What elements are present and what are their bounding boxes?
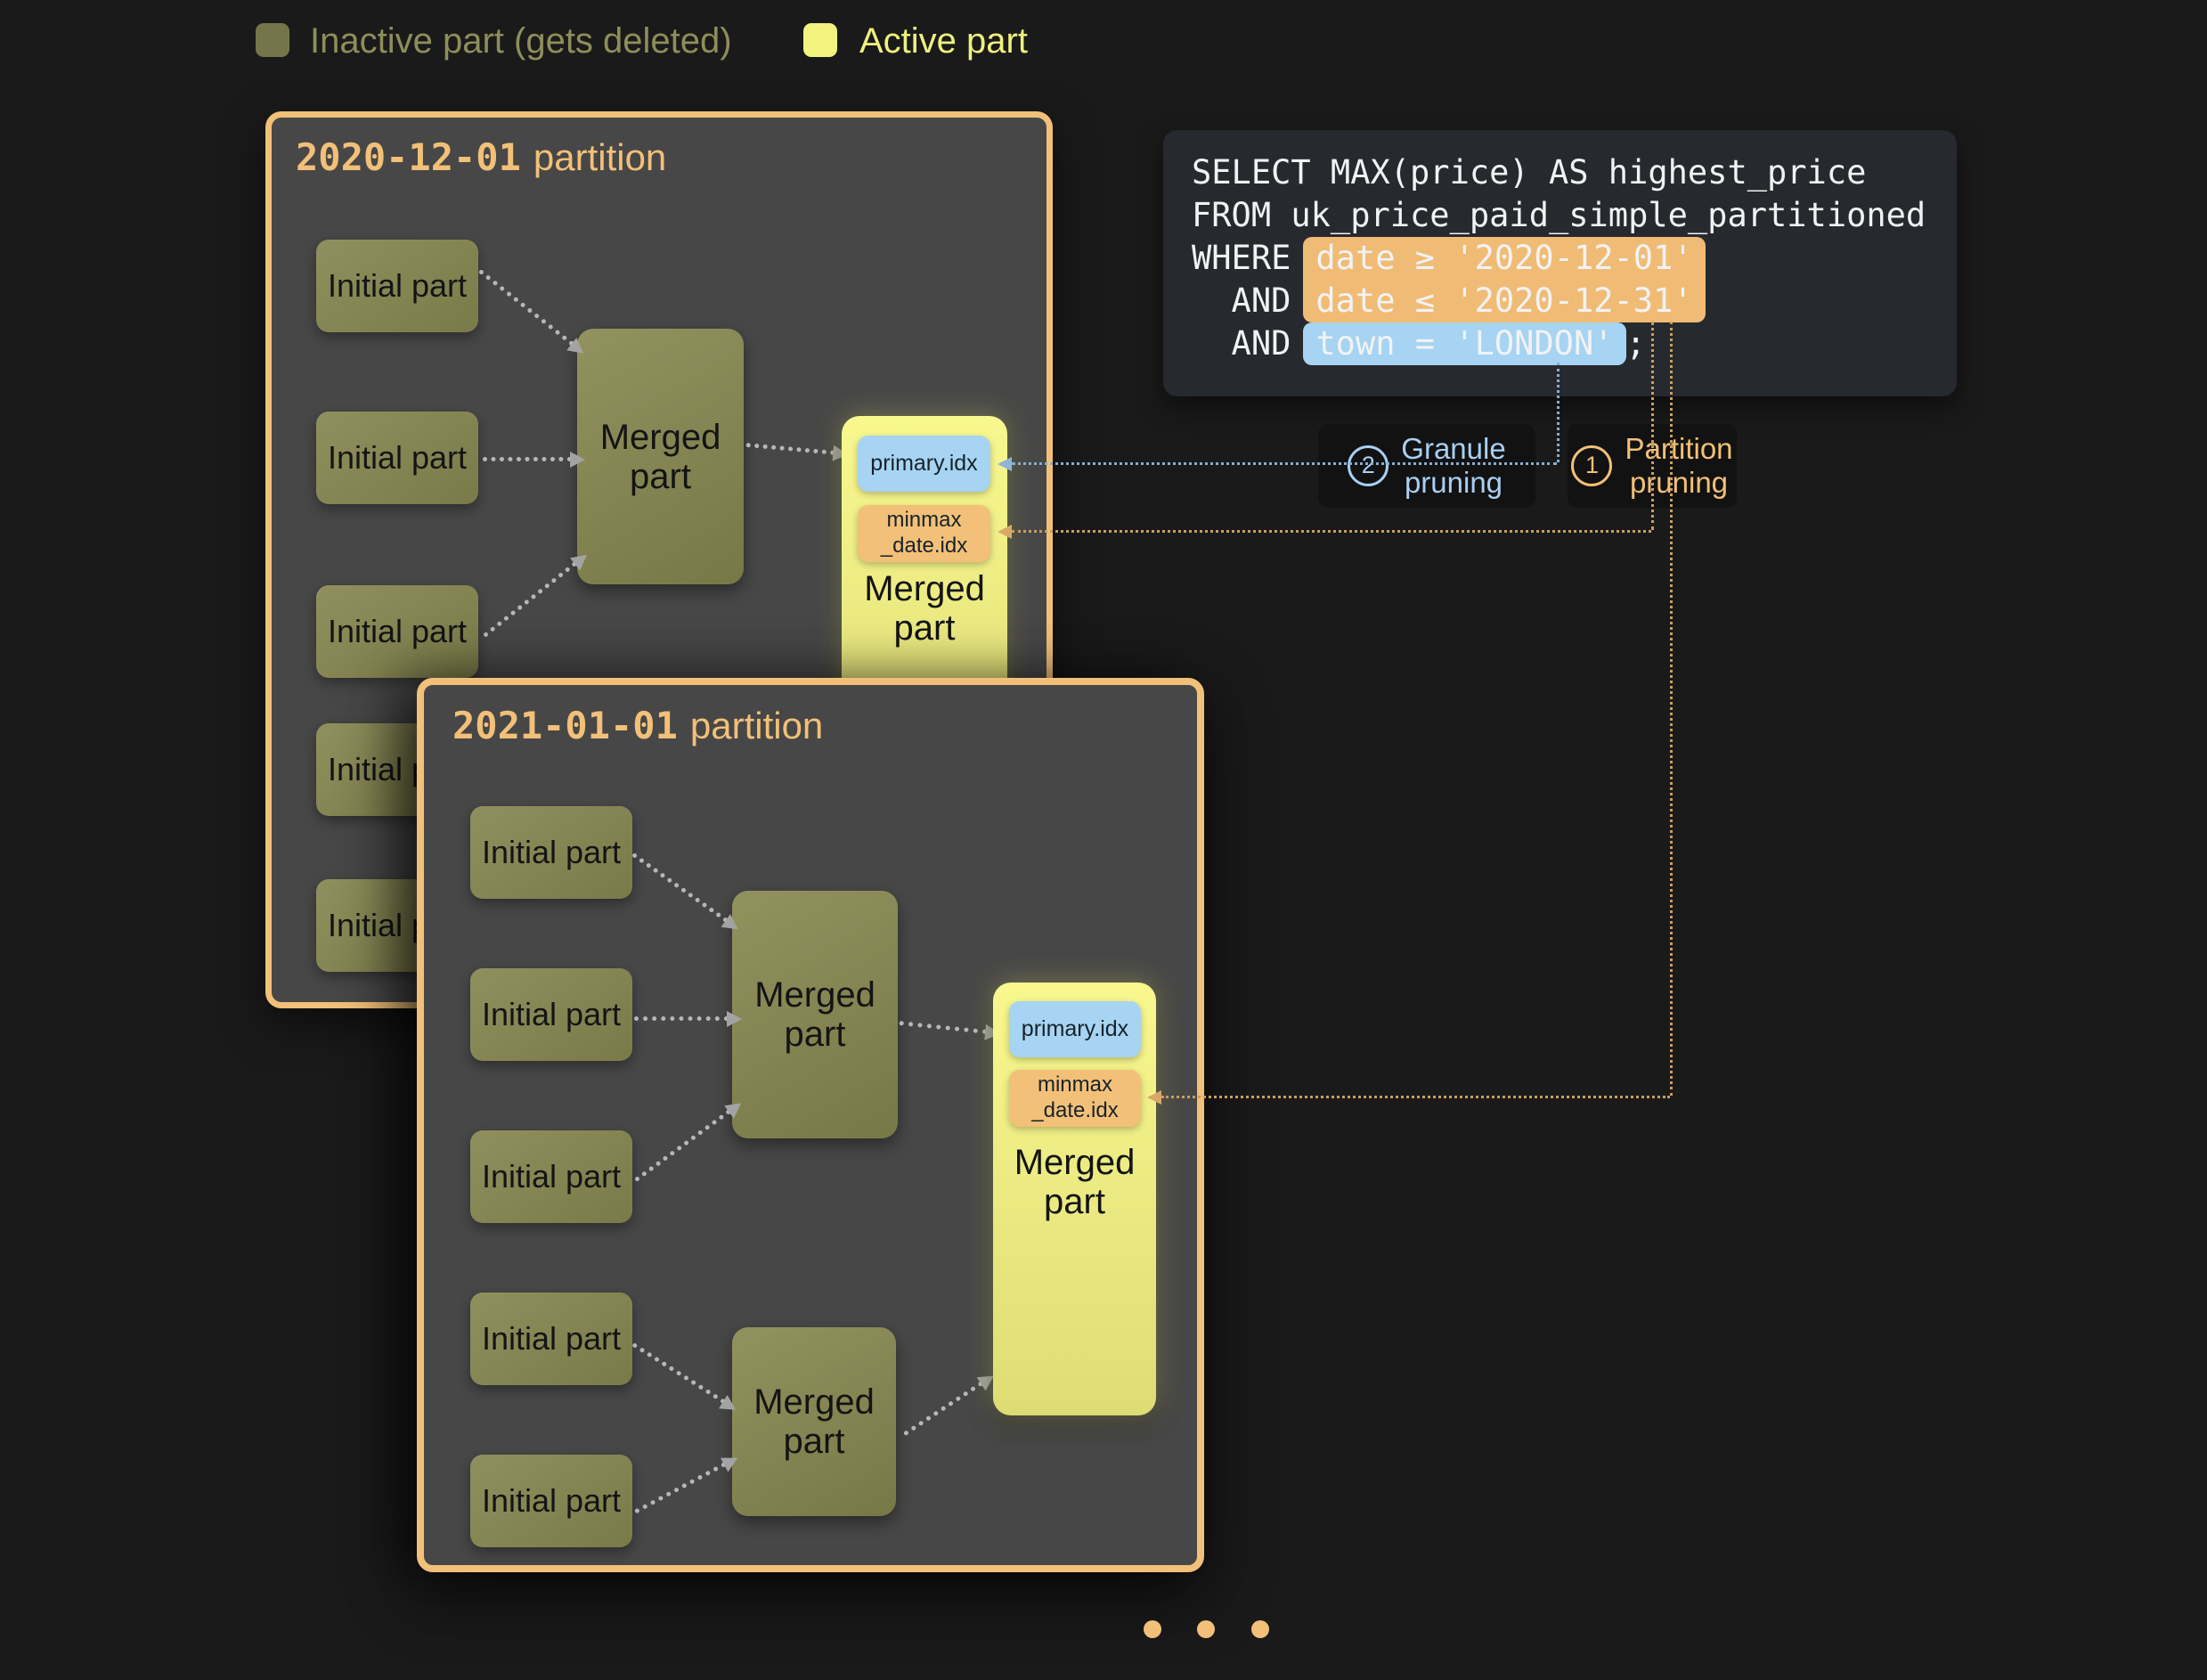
partition-word: partition (690, 705, 823, 746)
partition-pruning-connector-vertical-2 (1670, 322, 1673, 1096)
merged-part-inactive: Merged part (732, 1327, 896, 1516)
sql-line-where: WHERE date ≥ '2020-12-01' (1192, 237, 1957, 280)
initial-part: Initial part (316, 412, 478, 504)
granule-pruning-badge: 2 Granule pruning (1318, 424, 1535, 508)
minmax-line2: _date.idx (881, 534, 967, 559)
sql-date-condition-1: date ≥ '2020-12-01' (1303, 237, 1705, 280)
partition-word-2: pruning (1630, 466, 1728, 499)
sql-town-condition: town = 'LONDON' (1303, 322, 1625, 365)
sql-line-from: FROM uk_price_paid_simple_partitioned (1192, 194, 1957, 237)
merged-part-inactive: Merged part (732, 891, 898, 1138)
granule-word-2: pruning (1405, 466, 1503, 499)
sql-keyword: AND (1192, 322, 1291, 365)
sql-keyword: WHERE (1192, 237, 1291, 280)
partition-date: 2021-01-01 (452, 704, 678, 747)
pagination-dot-1[interactable] (1144, 1620, 1161, 1638)
sql-line-and-1: AND date ≤ '2020-12-31' (1192, 280, 1957, 322)
partition-pruning-label: Partition pruning (1625, 432, 1732, 500)
minmax-idx-chip: minmax _date.idx (1009, 1070, 1141, 1127)
primary-idx-chip: primary.idx (1009, 1001, 1141, 1057)
minmax-line1: minmax (886, 508, 961, 534)
granule-pruning-label: Granule pruning (1401, 432, 1505, 500)
sql-query-box: SELECT MAX(price) AS highest_price FROM … (1163, 130, 1957, 396)
legend-inactive-swatch (256, 23, 289, 57)
arrowhead-icon (998, 525, 1012, 539)
initial-part: Initial part (470, 806, 632, 899)
granule-pruning-connector-to-primary-idx (1012, 462, 1557, 465)
merge-arrow (634, 1016, 729, 1021)
arrowhead-icon (727, 1011, 742, 1027)
partition-title-2020-12-01: 2020-12-01 partition (296, 135, 666, 179)
sql-line-and-2: AND town = 'LONDON'; (1192, 322, 1957, 365)
merged-part-label: Merged part (993, 1143, 1156, 1221)
sql-date-condition-2: date ≤ '2020-12-31' (1303, 280, 1705, 322)
minmax-line2: _date.idx (1031, 1098, 1118, 1124)
sql-terminator: ; (1626, 324, 1646, 363)
legend-active-swatch (803, 23, 837, 57)
partition-date: 2020-12-01 (296, 135, 521, 179)
granule-pruning-connector-vertical (1557, 363, 1560, 462)
sql-keyword: AND (1192, 280, 1291, 322)
minmax-line1: minmax (1038, 1072, 1112, 1098)
initial-part: Initial part (316, 585, 478, 678)
initial-part: Initial part (316, 240, 478, 332)
pagination-dot-3[interactable] (1251, 1620, 1269, 1638)
merged-part-label: Merged part (842, 569, 1007, 648)
pagination-dot-2[interactable] (1197, 1620, 1215, 1638)
sql-line-select: SELECT MAX(price) AS highest_price (1192, 151, 1957, 194)
partition-pruning-connector-vertical-1 (1651, 322, 1654, 530)
diagram-canvas: Inactive part (gets deleted) Active part… (0, 0, 2207, 1680)
merged-part-inactive: Merged part (577, 329, 744, 584)
arrowhead-icon (998, 457, 1012, 471)
merge-arrow (483, 457, 572, 461)
partition-pruning-connector-to-minmax-idx-1 (1012, 530, 1651, 533)
arrowhead-icon (570, 452, 585, 468)
initial-part: Initial part (470, 1293, 632, 1385)
partition-word: partition (533, 136, 666, 178)
arrowhead-icon (1147, 1090, 1161, 1105)
step-1-circle-icon: 1 (1571, 445, 1612, 486)
initial-part: Initial part (470, 968, 632, 1061)
legend-inactive-label: Inactive part (gets deleted) (310, 20, 732, 62)
merged-part-active: primary.idx minmax _date.idx Merged part (993, 983, 1156, 1415)
initial-part: Initial part (470, 1130, 632, 1223)
primary-idx-chip: primary.idx (858, 436, 990, 492)
legend-active-label: Active part (859, 20, 1028, 62)
granule-word-1: Granule (1401, 432, 1505, 465)
step-2-circle-icon: 2 (1348, 445, 1389, 486)
partition-word-1: Partition (1625, 432, 1732, 465)
minmax-idx-chip: minmax _date.idx (858, 505, 990, 562)
partition-pruning-connector-to-minmax-idx-2 (1161, 1096, 1670, 1098)
initial-part: Initial part (470, 1455, 632, 1547)
partition-title-2021-01-01: 2021-01-01 partition (452, 704, 823, 747)
